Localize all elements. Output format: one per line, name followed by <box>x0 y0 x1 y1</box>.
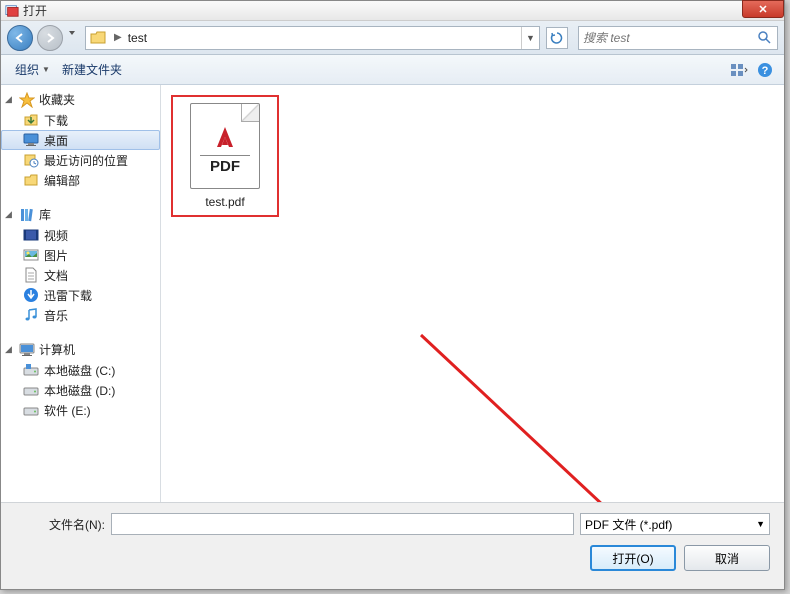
view-mode-button[interactable] <box>728 59 750 81</box>
sidebar-group-computer: ◢ 计算机 本地磁盘 (C:) 本地磁盘 (D:) 软件 (E:) <box>1 339 160 420</box>
drive-icon <box>23 402 39 418</box>
folder-icon <box>88 28 108 48</box>
sidebar-item-drive-e[interactable]: 软件 (E:) <box>1 400 160 420</box>
library-icon <box>19 207 35 223</box>
close-button[interactable]: ✕ <box>742 0 784 18</box>
collapse-icon: ◢ <box>5 209 15 220</box>
sidebar-item-xunlei[interactable]: 迅雷下载 <box>1 285 160 305</box>
search-input[interactable] <box>583 31 757 45</box>
file-name-label: test.pdf <box>205 195 244 209</box>
star-icon <box>19 92 35 108</box>
dialog-footer: 文件名(N): PDF 文件 (*.pdf) ▼ 打开(O) 取消 <box>1 502 784 588</box>
video-icon <box>23 227 39 243</box>
back-button[interactable] <box>7 25 33 51</box>
caret-down-icon: ▼ <box>756 519 765 529</box>
download-icon <box>23 112 39 128</box>
folder-icon <box>23 172 39 188</box>
recent-icon <box>23 152 39 168</box>
sidebar-item-videos[interactable]: 视频 <box>1 225 160 245</box>
search-icon <box>757 30 773 46</box>
refresh-button[interactable] <box>546 27 568 49</box>
file-area[interactable]: PDF test.pdf <box>161 85 784 502</box>
file-item-pdf[interactable]: PDF test.pdf <box>171 95 279 217</box>
sidebar-item-documents[interactable]: 文档 <box>1 265 160 285</box>
xunlei-icon <box>23 287 39 303</box>
filetype-value: PDF 文件 (*.pdf) <box>585 516 672 533</box>
breadcrumb-folder[interactable]: test <box>126 31 149 45</box>
sidebar-header-computer[interactable]: ◢ 计算机 <box>1 339 160 360</box>
caret-down-icon: ▼ <box>42 65 50 74</box>
help-button[interactable]: ? <box>754 59 776 81</box>
titlebar[interactable]: 打开 ✕ <box>1 1 784 21</box>
open-button[interactable]: 打开(O) <box>590 545 676 571</box>
computer-icon <box>19 342 35 358</box>
breadcrumb-dropdown[interactable]: ▼ <box>521 27 539 49</box>
dialog-body: ◢ 收藏夹 下载 桌面 最近访问的位置 编辑部 <box>1 85 784 502</box>
sidebar-item-desktop[interactable]: 桌面 <box>1 130 160 150</box>
chevron-right-icon: ▶ <box>110 32 126 43</box>
newfolder-button[interactable]: 新建文件夹 <box>56 59 128 80</box>
open-dialog: 打开 ✕ ▶ test ▼ <box>0 0 785 590</box>
svg-text:?: ? <box>762 65 769 77</box>
filename-input[interactable] <box>111 513 574 535</box>
filename-label: 文件名(N): <box>15 516 105 533</box>
sidebar-item-pictures[interactable]: 图片 <box>1 245 160 265</box>
sidebar-header-libraries[interactable]: ◢ 库 <box>1 204 160 225</box>
sidebar-group-favorites: ◢ 收藏夹 下载 桌面 最近访问的位置 编辑部 <box>1 89 160 190</box>
cancel-button[interactable]: 取消 <box>684 545 770 571</box>
sysdrive-icon <box>23 362 39 378</box>
organize-menu[interactable]: 组织 ▼ <box>9 59 56 80</box>
sidebar-header-favorites[interactable]: ◢ 收藏夹 <box>1 89 160 110</box>
organize-label: 组织 <box>15 61 39 78</box>
pdf-file-icon: PDF <box>190 103 260 189</box>
nav-row: ▶ test ▼ <box>1 21 784 55</box>
desktop-icon <box>23 132 39 148</box>
breadcrumb[interactable]: ▶ test ▼ <box>85 26 540 50</box>
drive-icon <box>23 382 39 398</box>
sidebar[interactable]: ◢ 收藏夹 下载 桌面 最近访问的位置 编辑部 <box>1 85 161 502</box>
newfolder-label: 新建文件夹 <box>62 61 122 78</box>
nav-history-dropdown[interactable] <box>67 28 81 48</box>
search-box[interactable] <box>578 26 778 50</box>
app-icon <box>5 4 19 18</box>
toolbar: 组织 ▼ 新建文件夹 ? <box>1 55 784 85</box>
collapse-icon: ◢ <box>5 344 15 355</box>
adobe-logo-icon <box>211 123 239 151</box>
picture-icon <box>23 247 39 263</box>
sidebar-item-drive-d[interactable]: 本地磁盘 (D:) <box>1 380 160 400</box>
sidebar-group-libraries: ◢ 库 视频 图片 文档 迅雷下载 <box>1 204 160 325</box>
collapse-icon: ◢ <box>5 94 15 105</box>
sidebar-item-music[interactable]: 音乐 <box>1 305 160 325</box>
filetype-select[interactable]: PDF 文件 (*.pdf) ▼ <box>580 513 770 535</box>
sidebar-item-drive-c[interactable]: 本地磁盘 (C:) <box>1 360 160 380</box>
sidebar-item-recent[interactable]: 最近访问的位置 <box>1 150 160 170</box>
sidebar-item-editor[interactable]: 编辑部 <box>1 170 160 190</box>
title-text: 打开 <box>23 2 47 19</box>
forward-button[interactable] <box>37 25 63 51</box>
pdf-ext-label: PDF <box>200 155 250 175</box>
document-icon <box>23 267 39 283</box>
sidebar-item-downloads[interactable]: 下载 <box>1 110 160 130</box>
music-icon <box>23 307 39 323</box>
